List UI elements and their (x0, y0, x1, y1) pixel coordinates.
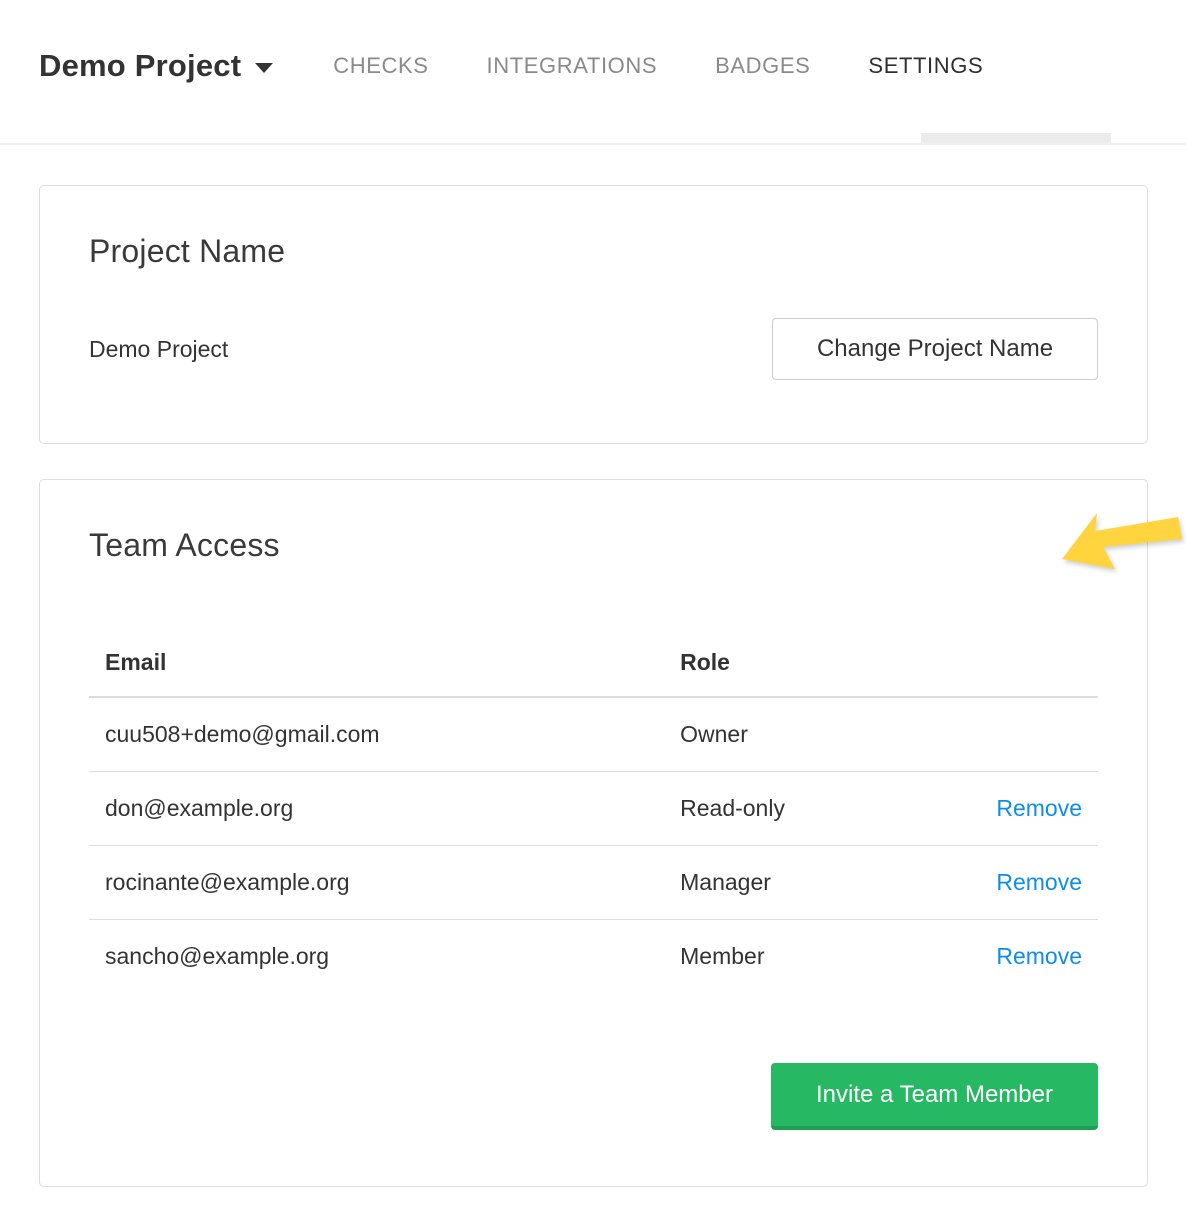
header-inner: Demo Project CHECKS INTEGRATIONS BADGES … (0, 0, 1186, 131)
active-tab-indicator (921, 133, 1111, 143)
table-row: sancho@example.org Member Remove (89, 920, 1098, 994)
column-header-actions (937, 649, 1098, 697)
member-email: rocinante@example.org (89, 846, 664, 920)
member-actions: Remove (937, 772, 1098, 846)
remove-member-link[interactable]: Remove (996, 869, 1082, 895)
column-header-email: Email (89, 649, 664, 697)
tab-integrations[interactable]: INTEGRATIONS (487, 53, 658, 79)
member-email: don@example.org (89, 772, 664, 846)
top-navigation-bar: Demo Project CHECKS INTEGRATIONS BADGES … (0, 0, 1186, 145)
table-row: don@example.org Read-only Remove (89, 772, 1098, 846)
team-members-table: Email Role cuu508+demo@gmail.com Owner d… (89, 649, 1098, 993)
caret-down-icon (255, 63, 273, 73)
team-table-body: cuu508+demo@gmail.com Owner don@example.… (89, 697, 1098, 993)
project-switcher-label: Demo Project (39, 48, 241, 84)
member-actions-empty (937, 697, 1098, 772)
table-row: cuu508+demo@gmail.com Owner (89, 697, 1098, 772)
invite-row: Invite a Team Member (89, 1063, 1098, 1130)
remove-member-link[interactable]: Remove (996, 795, 1082, 821)
team-table-head: Email Role (89, 649, 1098, 697)
invite-team-member-button[interactable]: Invite a Team Member (771, 1063, 1098, 1130)
member-actions: Remove (937, 846, 1098, 920)
tab-checks[interactable]: CHECKS (333, 53, 428, 79)
tab-settings[interactable]: SETTINGS (868, 53, 983, 79)
member-email: cuu508+demo@gmail.com (89, 697, 664, 772)
project-name-card-title: Project Name (89, 233, 1098, 270)
member-actions: Remove (937, 920, 1098, 994)
team-table-header-row: Email Role (89, 649, 1098, 697)
nav-tabs: CHECKS INTEGRATIONS BADGES SETTINGS (333, 53, 1041, 79)
member-role: Member (664, 920, 936, 994)
member-role: Manager (664, 846, 936, 920)
member-role: Read-only (664, 772, 936, 846)
team-access-card-title: Team Access (89, 527, 1098, 564)
member-email: sancho@example.org (89, 920, 664, 994)
project-name-card: Project Name Demo Project Change Project… (39, 185, 1148, 444)
project-switcher-button[interactable]: Demo Project (39, 48, 273, 84)
remove-member-link[interactable]: Remove (996, 943, 1082, 969)
member-role: Owner (664, 697, 936, 772)
project-name-row: Demo Project Change Project Name (89, 318, 1098, 380)
team-access-card: Team Access Email Role cuu508+demo@gmail… (39, 479, 1148, 1187)
table-row: rocinante@example.org Manager Remove (89, 846, 1098, 920)
tab-badges[interactable]: BADGES (715, 53, 810, 79)
column-header-role: Role (664, 649, 936, 697)
current-project-name: Demo Project (89, 336, 228, 363)
change-project-name-button[interactable]: Change Project Name (772, 318, 1098, 380)
